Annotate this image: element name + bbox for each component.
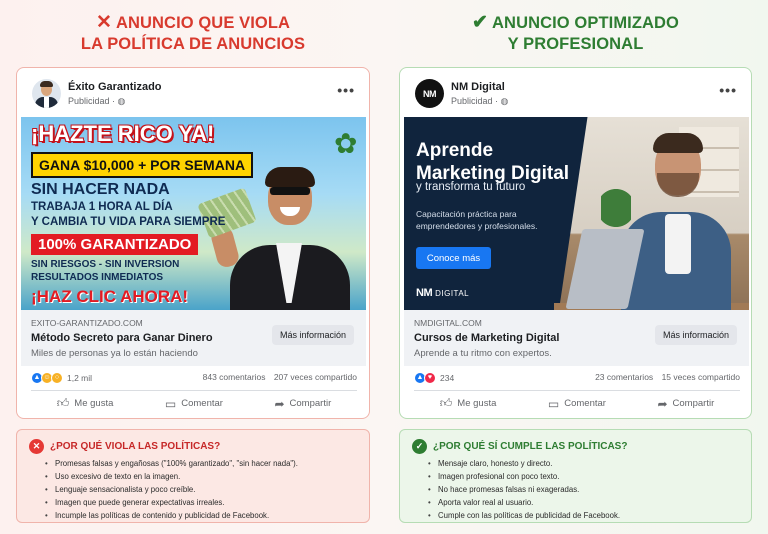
list-item: Cumple con las políticas de publicidad d… [428, 509, 739, 522]
like-button[interactable]: 👍︎ Me gusta [57, 396, 114, 411]
list-item: Lenguaje sensacionalista y poco creíble. [45, 483, 357, 496]
share-button[interactable]: ➦ Compartir [657, 397, 714, 411]
share-button[interactable]: ➦ Compartir [274, 397, 331, 411]
comment-icon: ▭ [547, 396, 560, 411]
avatar[interactable]: NM [415, 79, 444, 108]
creative-earnings-banner: GANA $10,000 + POR SEMANA [31, 152, 254, 178]
comment-icon: ▭ [164, 396, 177, 411]
reasons-title: ✕ ¿POR QUÉ VIOLA LAS POLÍTICAS? [29, 438, 357, 454]
reasons-list: Mensaje claro, honesto y directo. Imagen… [428, 457, 739, 522]
list-item: Incumple las políticas de contenido y pu… [45, 509, 357, 522]
link-domain: NMDIGITAL.COM [414, 318, 482, 328]
more-info-button[interactable]: Más información [271, 325, 354, 345]
post-actions: 👍︎ Me gusta ▭ Comentar ➦ Compartir [414, 390, 740, 416]
share-count[interactable]: 15 veces compartido [662, 372, 740, 382]
more-options-icon[interactable]: ••• [719, 82, 737, 98]
creative-line: RESULTADOS INMEDIATOS [31, 272, 164, 283]
heading-line-2: Y PROFESIONAL [507, 35, 644, 53]
check-mark-icon: ✔ [472, 12, 489, 33]
violation-reasons-box: ✕ ¿POR QUÉ VIOLA LAS POLÍTICAS? Promesas… [16, 429, 370, 523]
comment-button[interactable]: ▭ Comentar [165, 397, 223, 411]
link-description: Miles de personas ya lo están haciendo [31, 348, 198, 359]
violating-ad-heading: ✕ ANUNCIO QUE VIOLA LA POLÍTICA DE ANUNCI… [16, 0, 370, 64]
sponsored-label: Publicidad · ◍ [68, 96, 126, 106]
creative-line: TRABAJA 1 HORA AL DÍA [31, 201, 173, 213]
link-title: Cursos de Marketing Digital [414, 332, 560, 344]
comment-count[interactable]: 843 comentarios [203, 372, 266, 382]
like-button[interactable]: 👍︎ Me gusta [440, 396, 497, 411]
x-mark-icon: ✕ [95, 12, 112, 33]
list-item: Uso excesivo de texto en la imagen. [45, 470, 357, 483]
ad-creative-image[interactable]: ✿ ¡HAZTE RICO YA! GANA $10,000 + POR SEM… [21, 117, 366, 310]
man-with-cash-illustration [197, 155, 360, 310]
share-icon: ➦ [657, 396, 668, 411]
thumbs-up-icon: 👍︎ [56, 396, 70, 410]
optimized-ad-column: ✔ ANUNCIO OPTIMIZADO Y PROFESIONAL NM NM … [399, 0, 752, 523]
link-preview[interactable]: NMDIGITAL.COM Cursos de Marketing Digita… [404, 310, 749, 366]
page-name[interactable]: NM Digital [451, 81, 505, 93]
link-domain: EXITO-GARANTIZADO.COM [31, 318, 143, 328]
violating-ad-column: ✕ ANUNCIO QUE VIOLA LA POLÍTICA DE ANUNCI… [16, 0, 370, 523]
heading-line-2: LA POLÍTICA DE ANUNCIOS [80, 35, 306, 53]
compliance-reasons-box: ✓ ¿POR QUÉ SÍ CUMPLE LAS POLÍTICAS? Mens… [399, 429, 752, 523]
share-icon: ➦ [274, 396, 285, 411]
creative-cta-button[interactable]: Conoce más [416, 247, 491, 269]
creative-description: Capacitación práctica para emprendedores… [416, 209, 538, 231]
brand-logo: NM DIGITAL [416, 287, 470, 299]
creative-headline: Aprende Marketing Digital [416, 140, 570, 184]
reaction-count[interactable]: 1,2 mil [67, 373, 92, 383]
link-description: Aprende a tu ritmo con expertos. [414, 348, 552, 359]
comment-count[interactable]: 23 comentarios [595, 372, 653, 382]
more-options-icon[interactable]: ••• [337, 82, 355, 98]
wow-reaction-icon: ○ [51, 371, 63, 384]
heading-line-1: ANUNCIO QUE VIOLA [115, 14, 291, 32]
thumbs-up-icon: 👍︎ [439, 396, 453, 410]
optimized-ad-post: NM NM Digital Publicidad · ◍ ••• Aprende… [399, 67, 752, 419]
list-item: Promesas falsas y engañosas ("100% garan… [45, 457, 357, 470]
sponsored-label: Publicidad · ◍ [451, 96, 509, 106]
ad-creative-image[interactable]: Aprende Marketing Digital y transforma tu… [404, 117, 749, 310]
reasons-list: Promesas falsas y engañosas ("100% garan… [45, 457, 357, 522]
list-item: Aporta valor real al usuario. [428, 496, 739, 509]
post-header: NM NM Digital Publicidad · ◍ ••• [400, 68, 751, 116]
x-circle-icon: ✕ [29, 438, 44, 454]
reaction-count[interactable]: 234 [440, 373, 454, 383]
check-circle-icon: ✓ [412, 438, 427, 454]
optimized-ad-heading: ✔ ANUNCIO OPTIMIZADO Y PROFESIONAL [399, 0, 752, 64]
avatar[interactable] [32, 79, 61, 108]
link-title: Método Secreto para Ganar Dinero [31, 332, 213, 344]
creative-headline: ¡HAZTE RICO YA! [31, 121, 215, 146]
creative-subheadline: y transforma tu futuro [416, 181, 526, 193]
list-item: Mensaje claro, honesto y directo. [428, 457, 739, 470]
list-item: Imagen que puede generar expectativas ir… [45, 496, 357, 509]
post-header: Éxito Garantizado Publicidad · ◍ ••• [17, 68, 369, 116]
creative-line: SIN HACER NADA [31, 181, 170, 198]
share-count[interactable]: 207 veces compartido [274, 372, 357, 382]
globe-icon: ◍ [117, 96, 126, 106]
reasons-title: ✓ ¿POR QUÉ SÍ CUMPLE LAS POLÍTICAS? [412, 438, 739, 454]
creative-line: Y CAMBIA TU VIDA PARA SIEMPRE [31, 216, 226, 228]
list-item: No hace promesas falsas ni exageradas. [428, 483, 739, 496]
heading-line-1: ANUNCIO OPTIMIZADO [492, 14, 679, 32]
comment-button[interactable]: ▭ Comentar [548, 397, 606, 411]
post-actions: 👍︎ Me gusta ▭ Comentar ➦ Compartir [31, 390, 357, 416]
link-preview[interactable]: EXITO-GARANTIZADO.COM Método Secreto par… [21, 310, 366, 366]
violating-ad-post: Éxito Garantizado Publicidad · ◍ ••• ✿ ¡… [16, 67, 370, 419]
globe-icon: ◍ [500, 96, 509, 106]
love-reaction-icon: ♥ [424, 371, 436, 384]
list-item: Imagen profesional con poco texto. [428, 470, 739, 483]
creative-call-to-action: ¡HAZ CLIC AHORA! [31, 287, 189, 306]
page-name[interactable]: Éxito Garantizado [68, 81, 162, 93]
creative-guarantee-banner: 100% GARANTIZADO [31, 234, 199, 255]
engagement-stats: ▲ ☺ ○ 1,2 mil 843 comentarios 207 veces … [31, 371, 357, 387]
more-info-button[interactable]: Más información [654, 325, 737, 345]
engagement-stats: ▲ ♥ 234 23 comentarios 15 veces comparti… [414, 371, 740, 387]
creative-line: SIN RIESGOS - SIN INVERSION [31, 259, 180, 270]
